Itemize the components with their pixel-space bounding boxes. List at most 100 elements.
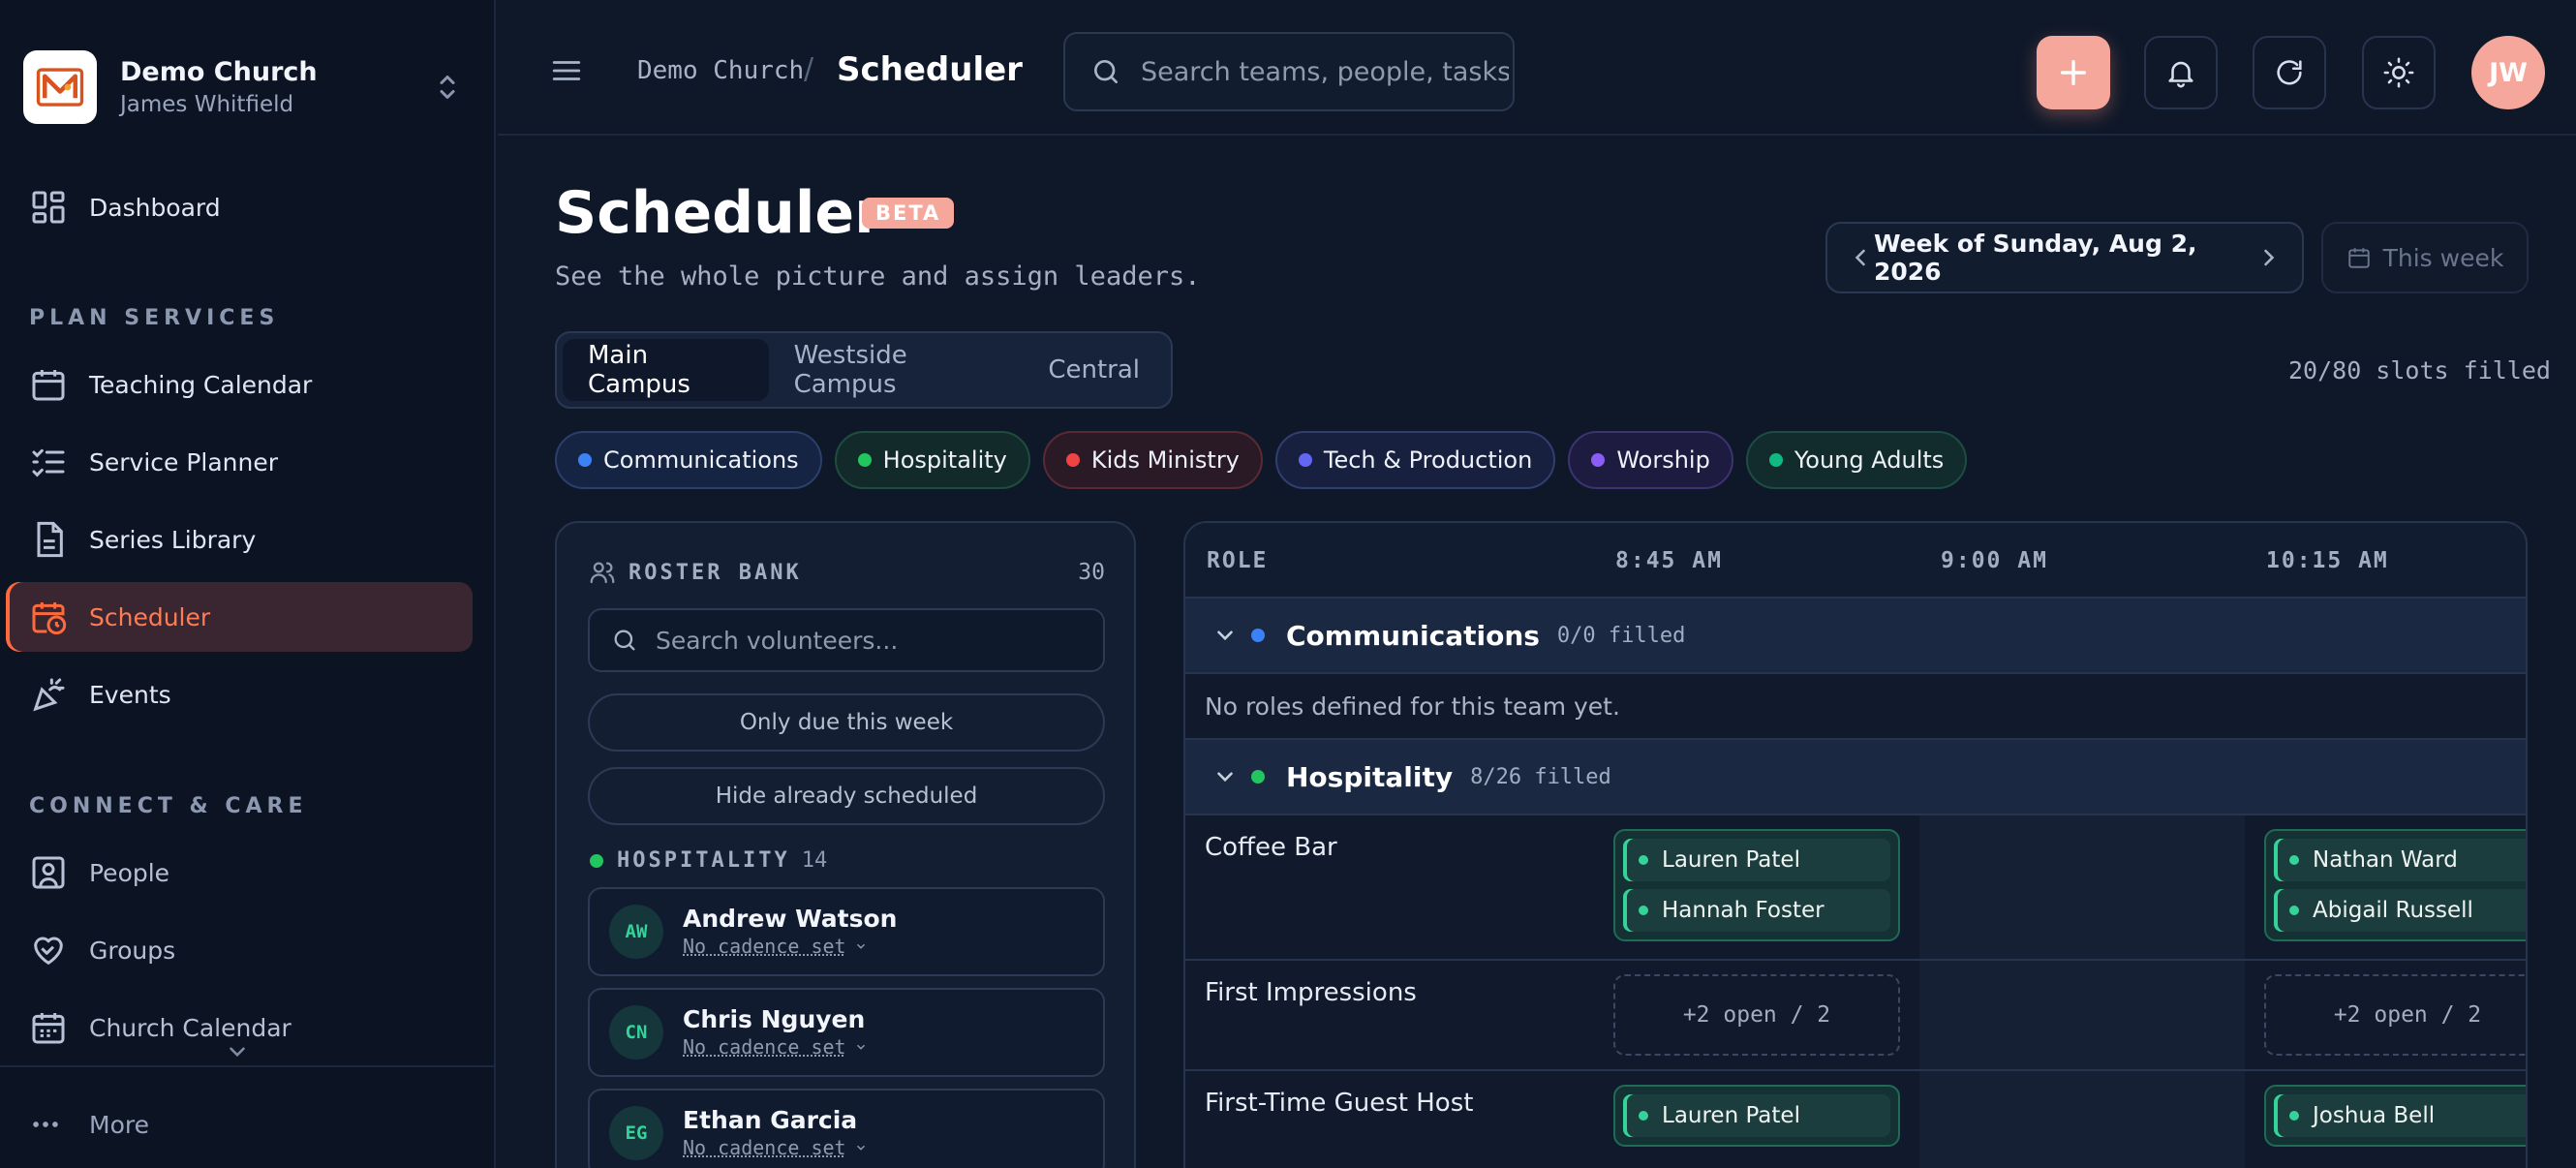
sidebar-item-teaching-calendar[interactable]: Teaching Calendar bbox=[6, 350, 473, 419]
volunteer-search-input[interactable] bbox=[656, 626, 1101, 655]
bell-icon bbox=[2164, 56, 2197, 89]
open-slot[interactable]: +2 open / 2 bbox=[2264, 974, 2526, 1056]
this-week-button[interactable]: This week bbox=[2321, 222, 2529, 293]
breadcrumb-current-page: Scheduler bbox=[837, 50, 1023, 89]
sidebar-item-label: Series Library bbox=[89, 525, 257, 554]
role-name: First Impressions bbox=[1205, 978, 1417, 1007]
column-role: ROLE bbox=[1207, 548, 1269, 573]
add-button[interactable] bbox=[2037, 36, 2110, 109]
sidebar-item-dashboard[interactable]: Dashboard bbox=[6, 172, 473, 242]
chevron-right-icon[interactable] bbox=[2255, 244, 2283, 271]
breadcrumb-org[interactable]: Demo Church bbox=[637, 56, 804, 85]
assignee-chip[interactable]: Hannah Foster bbox=[1623, 889, 1890, 932]
church-logo bbox=[23, 50, 97, 124]
cadence-selector[interactable]: No cadence set bbox=[683, 1135, 868, 1160]
assignee-chip[interactable]: Nathan Ward bbox=[2274, 839, 2526, 881]
team-row-hospitality[interactable]: Hospitality 8/26 filled bbox=[1185, 740, 2526, 815]
cadence-label: No cadence set bbox=[683, 1136, 846, 1159]
tab-westside-campus[interactable]: Westside Campus bbox=[769, 339, 1024, 401]
global-search-input[interactable] bbox=[1141, 56, 1509, 87]
chip-communications[interactable]: Communications bbox=[555, 431, 822, 489]
sidebar-item-label: Dashboard bbox=[89, 193, 221, 222]
assignment-slot[interactable]: Nathan Ward Abigail Russell bbox=[2264, 829, 2526, 941]
sidebar-item-groups[interactable]: Groups bbox=[6, 915, 473, 985]
chip-label: Tech & Production bbox=[1323, 446, 1533, 474]
roster-count: 30 bbox=[1078, 560, 1105, 585]
assignment-slot[interactable]: Lauren Patel bbox=[1613, 1085, 1900, 1147]
user-avatar[interactable]: JW bbox=[2471, 36, 2545, 109]
cadence-label: No cadence set bbox=[683, 935, 846, 958]
volunteer-card[interactable]: AW Andrew Watson No cadence set bbox=[588, 887, 1105, 976]
more-dots-icon bbox=[29, 1108, 62, 1141]
chip-tech-production[interactable]: Tech & Production bbox=[1274, 431, 1556, 489]
chevron-down-icon[interactable] bbox=[225, 1042, 250, 1061]
volunteer-card[interactable]: EG Ethan Garcia No cadence set bbox=[588, 1089, 1105, 1168]
status-dot bbox=[1639, 906, 1648, 915]
sidebar: Demo Church James Whitfield Dashboard PL… bbox=[0, 0, 496, 1168]
status-dot bbox=[1639, 1111, 1648, 1121]
color-dot bbox=[1591, 453, 1606, 467]
cadence-selector[interactable]: No cadence set bbox=[683, 934, 897, 959]
role-row-first-time-guest-host: First-Time Guest Host Lauren Patel Joshu… bbox=[1185, 1071, 2526, 1168]
tab-central[interactable]: Central bbox=[1023, 339, 1165, 401]
assignee-chip[interactable]: Abigail Russell bbox=[2274, 889, 2526, 932]
chip-hospitality[interactable]: Hospitality bbox=[834, 431, 1030, 489]
avatar: EG bbox=[609, 1106, 663, 1160]
tab-main-campus[interactable]: Main Campus bbox=[563, 339, 769, 401]
week-navigator: Week of Sunday, Aug 2, 2026 bbox=[1825, 222, 2304, 293]
search-icon bbox=[1090, 56, 1121, 87]
chip-label: Hospitality bbox=[882, 446, 1007, 474]
volunteer-search[interactable] bbox=[588, 608, 1105, 672]
party-popper-icon bbox=[29, 675, 68, 714]
section-plan-services: PLAN SERVICES bbox=[29, 306, 280, 330]
time-column-shade bbox=[1919, 1071, 2245, 1168]
page-subtitle: See the whole picture and assign leaders… bbox=[555, 261, 1201, 292]
column-time-0900: 9:00 AM bbox=[1941, 548, 2048, 573]
org-switcher[interactable]: Demo Church James Whitfield bbox=[23, 50, 473, 124]
group-name: HOSPITALITY bbox=[617, 848, 790, 873]
assignment-slot[interactable]: Joshua Bell bbox=[2264, 1085, 2526, 1147]
assignee-chip[interactable]: Lauren Patel bbox=[1623, 1094, 1890, 1137]
chevron-left-icon[interactable] bbox=[1847, 244, 1874, 271]
sidebar-item-people[interactable]: People bbox=[6, 838, 473, 907]
team-row-communications[interactable]: Communications 0/0 filled bbox=[1185, 599, 2526, 674]
team-filled-count: 8/26 filled bbox=[1470, 764, 1611, 789]
menu-icon[interactable] bbox=[550, 54, 583, 87]
chip-kids-ministry[interactable]: Kids Ministry bbox=[1042, 431, 1263, 489]
theme-toggle-button[interactable] bbox=[2362, 36, 2436, 109]
color-dot bbox=[1298, 453, 1312, 467]
more-button[interactable]: More bbox=[29, 1108, 149, 1141]
assignee-chip[interactable]: Joshua Bell bbox=[2274, 1094, 2526, 1137]
chip-worship[interactable]: Worship bbox=[1568, 431, 1733, 489]
chevron-up-down-icon[interactable] bbox=[430, 70, 465, 105]
roster-header: ROSTER BANK bbox=[588, 558, 802, 587]
cadence-selector[interactable]: No cadence set bbox=[683, 1034, 868, 1060]
sidebar-item-series-library[interactable]: Series Library bbox=[6, 505, 473, 574]
person-icon bbox=[29, 853, 68, 892]
chevron-down-icon[interactable] bbox=[1212, 764, 1238, 789]
sidebar-item-service-planner[interactable]: Service Planner bbox=[6, 427, 473, 497]
sidebar-item-scheduler[interactable]: Scheduler bbox=[6, 582, 473, 652]
breadcrumb-separator: / bbox=[804, 52, 814, 86]
volunteer-card[interactable]: CN Chris Nguyen No cadence set bbox=[588, 988, 1105, 1077]
assignee-name: Lauren Patel bbox=[1662, 847, 1800, 873]
global-search[interactable] bbox=[1063, 32, 1515, 111]
sidebar-item-label: Teaching Calendar bbox=[89, 370, 313, 399]
team-name: Communications bbox=[1286, 619, 1540, 652]
team-filter-chips: Communications Hospitality Kids Ministry… bbox=[555, 431, 1979, 489]
refresh-button[interactable] bbox=[2253, 36, 2326, 109]
calendar-icon bbox=[2346, 245, 2372, 270]
assignee-chip[interactable]: Lauren Patel bbox=[1623, 839, 1890, 881]
roster-group-hospitality[interactable]: HOSPITALITY 14 bbox=[590, 848, 827, 873]
week-label[interactable]: Week of Sunday, Aug 2, 2026 bbox=[1874, 230, 2255, 286]
plus-icon bbox=[2057, 56, 2090, 89]
assignment-slot[interactable]: Lauren Patel Hannah Foster bbox=[1613, 829, 1900, 941]
sidebar-item-events[interactable]: Events bbox=[6, 660, 473, 729]
chevron-down-icon[interactable] bbox=[1212, 623, 1238, 648]
notifications-button[interactable] bbox=[2144, 36, 2218, 109]
open-slot[interactable]: +2 open / 2 bbox=[1613, 974, 1900, 1056]
empty-roles-message: No roles defined for this team yet. bbox=[1185, 674, 2526, 740]
chip-young-adults[interactable]: Young Adults bbox=[1745, 431, 1968, 489]
filter-hide-already-scheduled[interactable]: Hide already scheduled bbox=[588, 767, 1105, 825]
filter-only-due-this-week[interactable]: Only due this week bbox=[588, 693, 1105, 752]
